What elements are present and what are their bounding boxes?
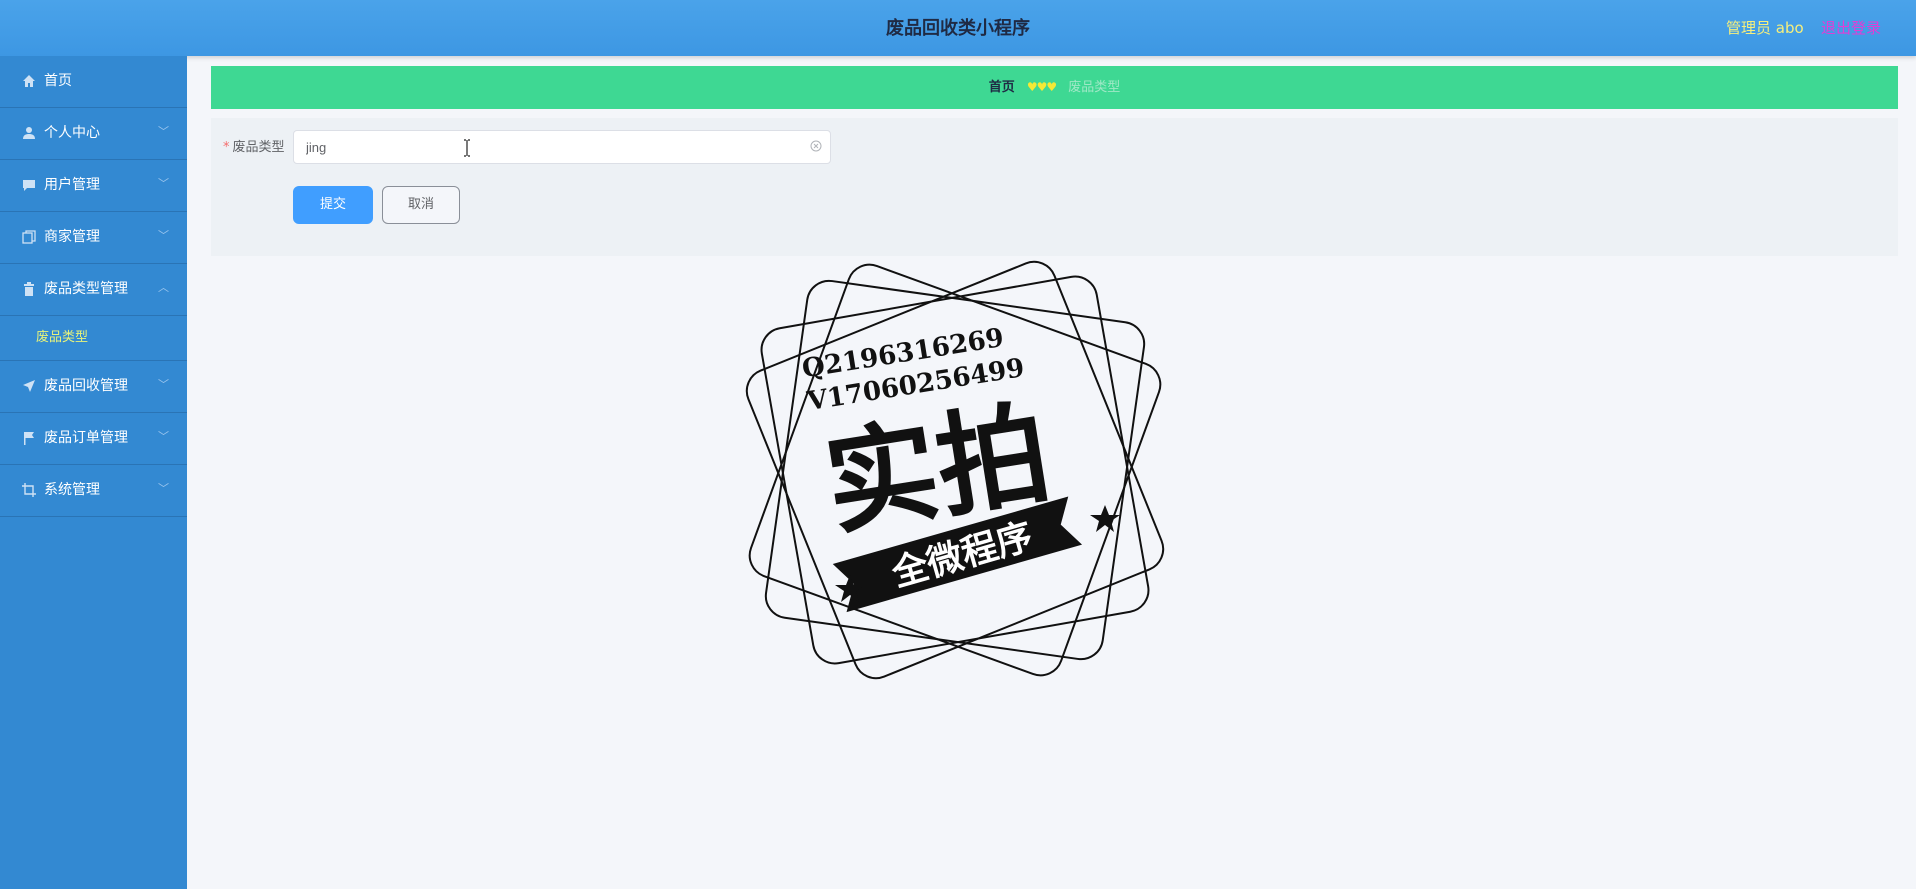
- breadcrumb-current: 废品类型: [1068, 80, 1121, 95]
- chevron-down-icon: ﹀: [158, 125, 169, 138]
- cancel-button[interactable]: 取消: [382, 186, 460, 224]
- chevron-down-icon: ﹀: [158, 378, 169, 391]
- sidebar-item-label: 用户管理: [44, 177, 100, 193]
- logout-link[interactable]: 退出登录: [1821, 0, 1881, 56]
- sidebar-item-label: 商家管理: [44, 229, 100, 245]
- sidebar-item-system-management[interactable]: 系统管理 ﹀: [0, 465, 187, 517]
- breadcrumb-home[interactable]: 首页: [989, 80, 1015, 95]
- admin-user-label: 管理员 abo: [1726, 19, 1804, 37]
- chevron-down-icon: ﹀: [158, 229, 169, 242]
- crop-icon: [22, 483, 36, 497]
- trash-icon: [22, 282, 36, 296]
- sidebar-item-waste-recycling-management[interactable]: 废品回收管理 ﹀: [0, 361, 187, 413]
- waste-type-form: *废品类型 提交 取消: [211, 118, 1898, 256]
- top-header: 废品回收类小程序 管理员 abo 退出登录: [0, 0, 1916, 56]
- required-mark: *: [223, 140, 230, 155]
- heart-separator-icon: ♥♥♥: [1026, 80, 1057, 94]
- chevron-down-icon: ﹀: [158, 177, 169, 190]
- watermark-stamp: Q2196316269 V17060256499 实拍 全微程序: [740, 255, 1170, 685]
- copy-icon: [22, 230, 36, 244]
- sidebar-item-waste-type-management[interactable]: 废品类型管理 ︿: [0, 264, 187, 316]
- submit-button[interactable]: 提交: [293, 186, 373, 224]
- waste-type-input-wrapper: [293, 130, 831, 164]
- user-icon: [22, 126, 36, 140]
- sidebar-item-waste-order-management[interactable]: 废品订单管理 ﹀: [0, 413, 187, 465]
- breadcrumb: 首页 ♥♥♥ 废品类型: [211, 66, 1898, 109]
- sidebar-item-label: 废品类型管理: [44, 281, 128, 297]
- send-icon: [22, 379, 36, 393]
- home-icon: [22, 74, 36, 88]
- text-cursor-icon: [462, 139, 472, 157]
- waste-type-input[interactable]: [306, 131, 786, 163]
- sidebar-item-personal-center[interactable]: 个人中心 ﹀: [0, 108, 187, 160]
- sidebar-item-label: 个人中心: [44, 125, 100, 141]
- chat-icon: [22, 178, 36, 192]
- sidebar-item-label: 废品订单管理: [44, 430, 128, 446]
- sidebar: 首页 个人中心 ﹀ 用户管理 ﹀ 商家管理 ﹀ 废品类型管理 ︿ 废品类型 废品…: [0, 56, 187, 889]
- chevron-down-icon: ﹀: [158, 482, 169, 495]
- chevron-down-icon: ﹀: [158, 430, 169, 443]
- waste-type-field-label: * 废品类型: [223, 136, 285, 155]
- flag-icon: [22, 431, 36, 445]
- app-title: 废品回收类小程序: [886, 18, 1030, 39]
- sidebar-item-home[interactable]: 首页: [0, 56, 187, 108]
- clear-input-icon[interactable]: [810, 140, 822, 152]
- sidebar-item-merchant-management[interactable]: 商家管理 ﹀: [0, 212, 187, 264]
- submenu-item-waste-type[interactable]: 废品类型: [36, 316, 88, 360]
- field-label-text: 废品类型: [232, 140, 285, 155]
- sidebar-item-label: 废品回收管理: [44, 378, 128, 394]
- sidebar-item-label: 首页: [44, 73, 72, 89]
- sidebar-item-label: 系统管理: [44, 482, 100, 498]
- chevron-up-icon: ︿: [158, 281, 169, 294]
- submenu-waste-type: 废品类型: [0, 316, 187, 361]
- sidebar-item-user-management[interactable]: 用户管理 ﹀: [0, 160, 187, 212]
